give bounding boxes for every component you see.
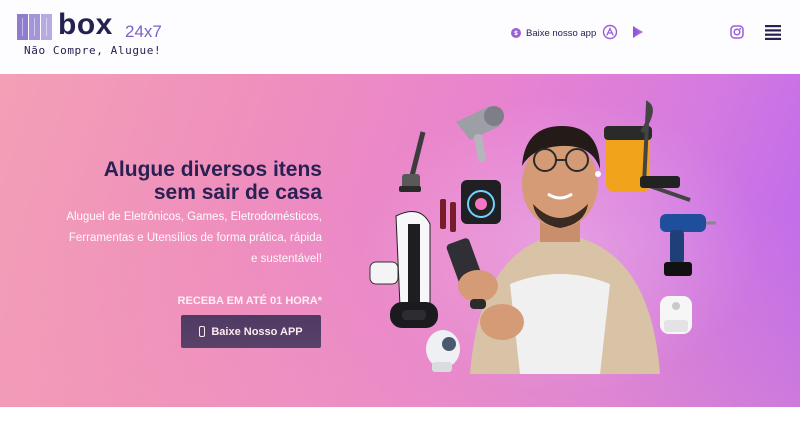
product-collage-illustration — [360, 94, 760, 394]
download-app-label: Baixe nosso app — [526, 27, 597, 39]
app-badge-icon: $ — [511, 28, 521, 38]
logo-lockers-icon — [17, 14, 52, 40]
brand-suffix: 24x7 — [125, 22, 162, 41]
portable-speaker-illustration — [390, 302, 438, 328]
brand-tagline: Não Compre, Alugue! — [24, 44, 162, 57]
air-fryer-illustration — [660, 296, 692, 334]
instagram-icon[interactable] — [729, 24, 745, 40]
site-header: box 24x7 Não Compre, Alugue! $ Baixe nos… — [0, 0, 800, 74]
app-store-icon[interactable] — [602, 24, 618, 40]
hero-banner: Alugue diversos itens sem sair de casa A… — [0, 74, 800, 407]
google-play-icon[interactable] — [630, 24, 646, 40]
party-speaker-illustration — [461, 180, 501, 224]
download-app-link[interactable]: $ Baixe nosso app — [511, 25, 596, 41]
hamburger-menu-icon[interactable] — [765, 24, 781, 40]
brand-name: box — [58, 8, 113, 41]
